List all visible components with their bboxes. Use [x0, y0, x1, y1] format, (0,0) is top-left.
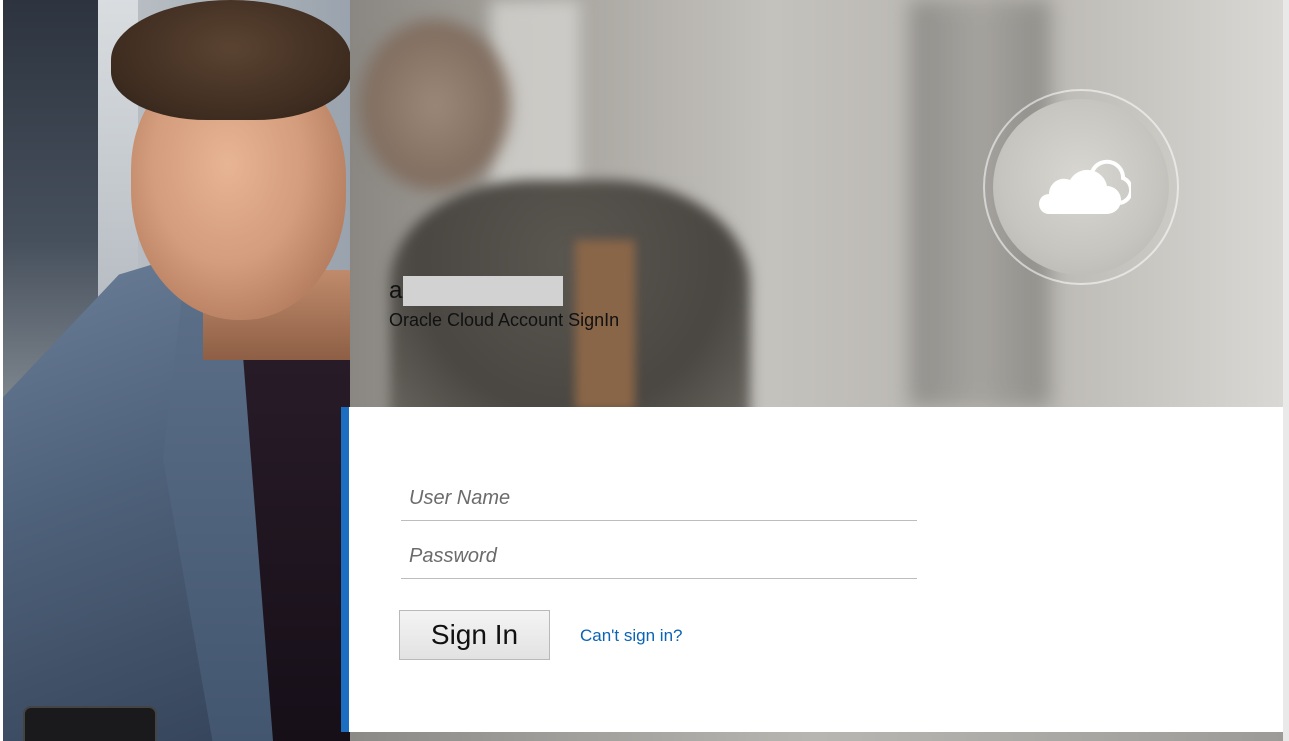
cloud-badge — [983, 89, 1179, 285]
password-input[interactable] — [401, 535, 917, 579]
signin-form: Sign In Can't sign in? — [341, 407, 1283, 732]
cant-signin-link[interactable]: Can't sign in? — [580, 626, 682, 646]
header-banner: a Oracle Cloud Account SignIn — [350, 0, 1283, 407]
page-subtitle: Oracle Cloud Account SignIn — [389, 310, 620, 330]
cloud-icon — [1039, 159, 1131, 214]
account-name-redaction — [403, 276, 564, 306]
signin-page: a Oracle Cloud Account SignIn Sign In Ca… — [0, 0, 1289, 741]
account-name-text: a — [389, 277, 403, 304]
signin-button[interactable]: Sign In — [399, 610, 550, 660]
hero-photo — [3, 0, 350, 741]
bottom-strip — [350, 732, 1283, 741]
account-name: a — [389, 276, 564, 306]
phone-image — [23, 706, 157, 741]
username-input[interactable] — [401, 477, 917, 521]
right-edge — [1283, 0, 1289, 741]
